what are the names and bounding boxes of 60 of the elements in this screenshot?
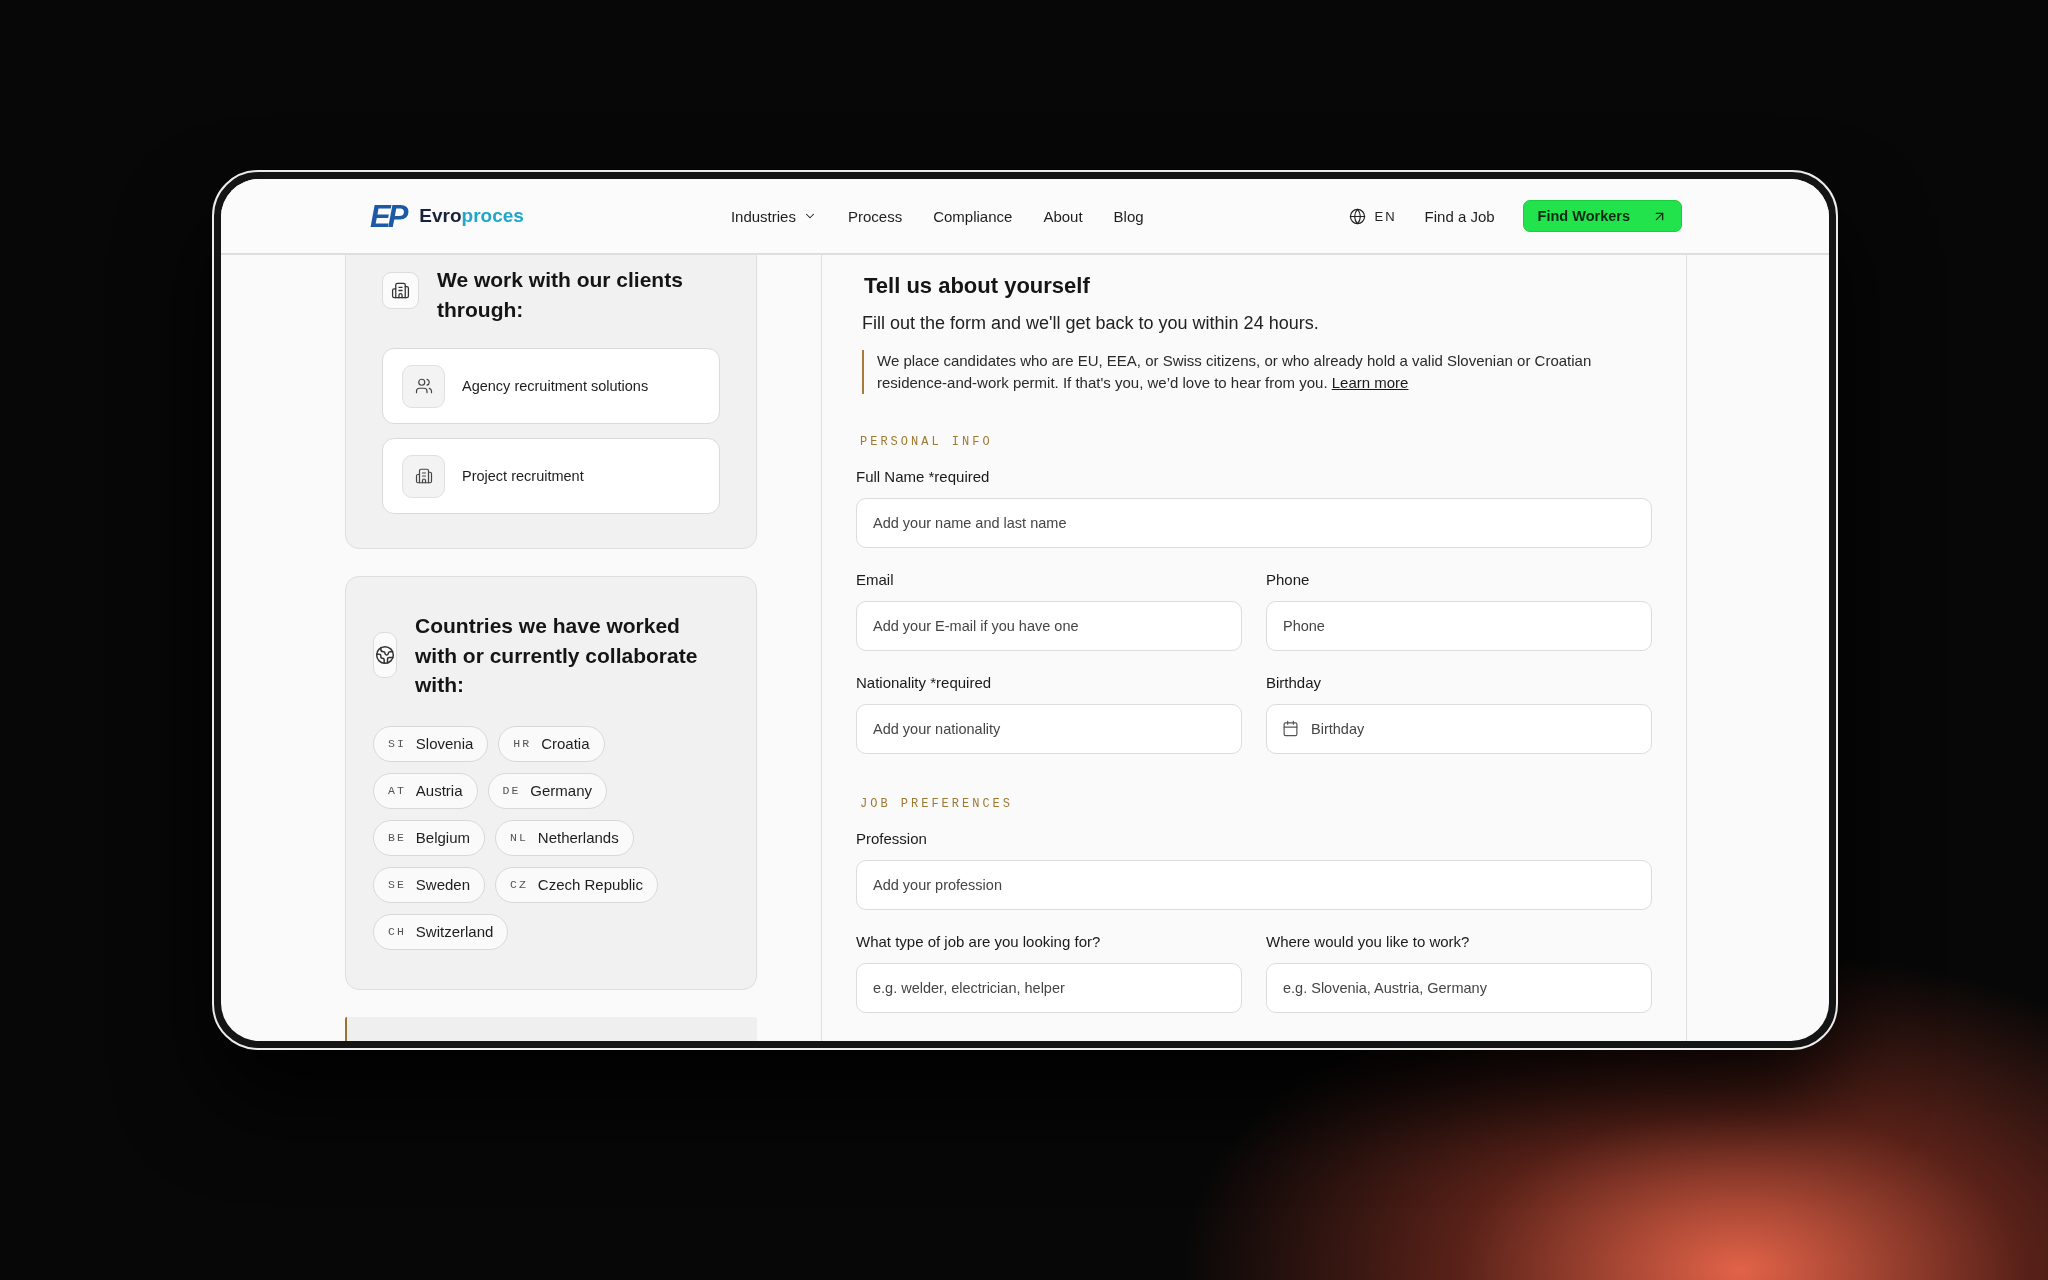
input-field[interactable]: Phone [1266, 601, 1652, 651]
country-name: Austria [415, 782, 463, 799]
country-code: DE [502, 784, 521, 797]
section-heading: PERSONAL INFO [860, 434, 994, 450]
input-field[interactable]: e.g. Slovenia, Austria, Germany [1266, 963, 1652, 1013]
building-icon [402, 454, 445, 498]
field-label: Phone [1266, 570, 1311, 590]
globe-icon [1348, 207, 1366, 225]
notice-quote: We place candidates who are EU, EEA, or Swiss citizens, or who already hold a valid Slovenian or Croatian residence-and-work permit. If that's you, we’d love to hear from you. Learn more [862, 350, 1632, 394]
field-label: Nationality *required [856, 673, 993, 693]
field-label: Profession [856, 829, 928, 849]
card-title: We work with our clients through: [437, 267, 684, 323]
nav-link[interactable]: Compliance [933, 207, 1013, 225]
nav-link[interactable]: Process [847, 207, 903, 225]
country-name: Czech Republic [537, 876, 643, 893]
input-field[interactable]: Add your nationality [856, 704, 1242, 754]
card-title: Countries we have worked with or currently collaborate with: [415, 613, 699, 698]
option-label: Agency recruitment solutions [462, 378, 649, 394]
field-label: Email [856, 570, 895, 590]
country-name: Slovenia [415, 735, 474, 752]
form-subtitle: Fill out the form and we'll get back to you within 24 hours. [862, 312, 1320, 335]
country-name: Netherlands [537, 829, 619, 846]
input-field[interactable]: Add your profession [856, 860, 1652, 910]
field-label: Full Name *required [856, 467, 991, 487]
section-heading: JOB PREFERENCES [860, 796, 1015, 812]
input-field[interactable]: Add your name and last name [856, 498, 1652, 548]
input-field[interactable]: e.g. welder, electrician, helper [856, 963, 1242, 1013]
country-name: Belgium [415, 829, 470, 846]
calendar-icon [1282, 720, 1299, 737]
option-label: Project recruitment [462, 468, 584, 484]
country-code: SE [388, 878, 406, 891]
country-code: CH [388, 925, 406, 938]
country-name: Switzerland [415, 923, 494, 940]
country-name: Sweden [415, 876, 471, 893]
find-workers-button[interactable]: Find Workers [1522, 200, 1682, 232]
country-name: Croatia [541, 735, 590, 752]
country-code: HR [513, 737, 532, 750]
globe-icon [373, 632, 397, 679]
field-label: Birthday [1266, 673, 1323, 693]
country-code: BE [388, 831, 406, 844]
users-icon [402, 364, 445, 408]
find-job-link[interactable]: Find a Job [1424, 207, 1495, 225]
logo-mark[interactable]: EP [370, 200, 410, 232]
nav-link[interactable]: About [1043, 207, 1083, 225]
date-field[interactable]: Birthday [1266, 704, 1652, 754]
form-title: Tell us about yourself [864, 272, 1091, 300]
building-icon [382, 272, 419, 309]
brand-name[interactable]: Evroproces [419, 205, 524, 227]
language-button[interactable]: EN [1348, 207, 1397, 225]
nav-link[interactable]: Blog [1113, 207, 1144, 225]
input-field[interactable]: Add your E-mail if you have one [856, 601, 1242, 651]
country-code: CZ [510, 878, 528, 891]
country-code: NL [510, 831, 528, 844]
field-label: What type of job are you looking for? [856, 932, 1102, 952]
field-label: Where would you like to work? [1266, 932, 1471, 952]
country-code: SI [388, 737, 406, 750]
learn-more-link[interactable]: Learn more [1331, 374, 1409, 391]
country-code: AT [388, 784, 406, 797]
nav-link[interactable]: Industries [730, 207, 817, 225]
country-name: Germany [530, 782, 592, 799]
